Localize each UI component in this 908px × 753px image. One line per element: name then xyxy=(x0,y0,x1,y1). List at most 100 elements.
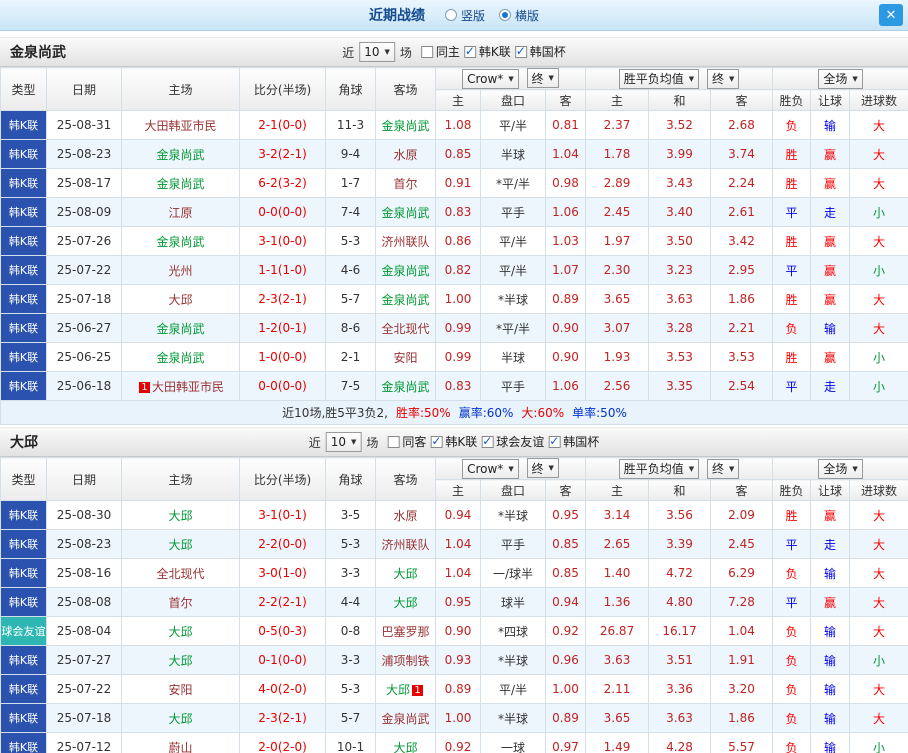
away-team-name: 水原 xyxy=(393,147,418,162)
ah-line: 平/半 xyxy=(480,226,546,256)
goals-result-cell: 大 xyxy=(849,110,908,140)
filter-checkbox[interactable]: 韩国杯 xyxy=(548,433,599,450)
checkbox-checked-icon[interactable] xyxy=(463,45,476,58)
home-team-name: 安阳 xyxy=(168,682,193,697)
chevron-down-icon: ▼ xyxy=(728,74,735,83)
summary-segment: 近10场,胜5平3负2, xyxy=(282,406,388,420)
away-team-name: 巴塞罗那 xyxy=(381,624,430,639)
filter-checkbox[interactable]: 同客 xyxy=(387,433,426,450)
radio-unchecked-icon[interactable] xyxy=(444,9,457,21)
result-cell: 平 xyxy=(772,529,812,559)
filter-checkbox[interactable]: 同主 xyxy=(420,43,460,60)
handicap-result-cell: 走 xyxy=(810,197,851,227)
bookmaker-select[interactable]: Crow* ▼ xyxy=(462,68,519,89)
eu-away-odds: 1.86 xyxy=(710,284,774,314)
home-cell: 金泉尚武 xyxy=(121,313,240,343)
ah-away-odds: 1.07 xyxy=(544,255,587,285)
summary-cell: 近10场,胜5平3负2, 胜率:50% 赢率:60% 大:60% 单率:50% xyxy=(0,400,908,425)
match-row: 韩K联 25-08-17 金泉尚武 6-2(3-2) 1-7 首尔 0.91 *平/半 0.98… xyxy=(0,168,908,198)
match-row: 韩K联 25-06-18 1 大田韩亚市民 0-0(0-0) 7-5 金泉尚武 0.83 平手 1… xyxy=(0,371,908,401)
away-cell: 水原 xyxy=(375,500,436,530)
close-button[interactable]: ✕ xyxy=(879,4,903,26)
eu-draw-odds: 3.40 xyxy=(648,197,712,227)
scope-select[interactable]: 全场 ▼ xyxy=(818,68,863,89)
ah-home-odds: 1.08 xyxy=(435,110,481,140)
odds-state-select[interactable]: 终 ▼ xyxy=(526,68,559,89)
handicap-result-cell: 走 xyxy=(810,371,851,401)
goals-result-cell: 小 xyxy=(849,371,908,401)
league-cell: 韩K联 xyxy=(0,371,47,401)
ah-home-odds: 0.94 xyxy=(435,500,481,530)
ah-line: 平/半 xyxy=(480,255,546,285)
europe-odds-header: 胜平负均值 ▼ 终 ▼ xyxy=(585,457,774,480)
filter-bar: 近 10 ▼ 场 同客 韩K联 球会友谊 韩国杯 xyxy=(309,432,599,452)
radio-label: 竖版 xyxy=(460,8,485,23)
odds-state-select[interactable]: 终 ▼ xyxy=(526,458,559,479)
europe-odds-select[interactable]: 胜平负均值 ▼ xyxy=(618,68,700,89)
chevron-down-icon: ▼ xyxy=(508,464,514,473)
away-team-name: 全北现代 xyxy=(381,321,430,336)
chevron-down-icon: ▼ xyxy=(350,438,357,446)
filter-checkbox[interactable]: 韩K联 xyxy=(463,43,511,60)
corner-cell: 7-5 xyxy=(325,371,376,401)
result-cell: 负 xyxy=(772,674,812,704)
eu-away-odds: 2.68 xyxy=(710,110,774,140)
score-cell: 3-2(2-1) xyxy=(239,139,326,169)
match-row: 韩K联 25-08-09 江原 0-0(0-0) 7-4 金泉尚武 0.83 平手 1.06 2.… xyxy=(0,197,908,227)
layout-horizontal-option[interactable]: 横版 xyxy=(499,7,539,24)
panel-title: 近期战绩 xyxy=(368,8,425,24)
checkbox-checked-icon[interactable] xyxy=(514,45,527,58)
home-team-name: 金泉尚武 xyxy=(156,321,205,336)
score-cell: 2-0(2-0) xyxy=(239,732,326,753)
match-count-select[interactable]: 10 ▼ xyxy=(359,42,395,62)
close-icon: ✕ xyxy=(885,7,897,23)
eu-draw-odds: 3.52 xyxy=(648,110,712,140)
filter-checkbox[interactable]: 韩K联 xyxy=(430,433,477,450)
filter-checkbox[interactable]: 球会友谊 xyxy=(481,433,544,450)
handicap-result-cell: 赢 xyxy=(810,342,851,372)
league-cell: 韩K联 xyxy=(0,110,47,140)
checkbox-checked-icon[interactable] xyxy=(430,435,443,448)
checkbox-unchecked-icon[interactable] xyxy=(420,45,433,58)
ah-away-odds: 1.04 xyxy=(544,139,587,169)
handicap-result-cell: 赢 xyxy=(810,587,851,617)
odds-state-select[interactable]: 终 ▼ xyxy=(706,458,740,479)
league-cell: 韩K联 xyxy=(0,197,47,227)
bookmaker-select[interactable]: Crow* ▼ xyxy=(462,458,519,479)
away-team-name: 大邱 xyxy=(385,682,410,697)
red-card-badge: 1 xyxy=(138,381,150,393)
layout-vertical-option[interactable]: 竖版 xyxy=(444,7,485,24)
home-cell: 安阳 xyxy=(121,674,240,704)
match-count-select[interactable]: 10 ▼ xyxy=(325,432,362,452)
subcol-eu-away: 客 xyxy=(710,89,774,111)
checkbox-checked-icon[interactable] xyxy=(481,435,494,448)
chevron-down-icon: ▼ xyxy=(688,464,695,473)
eu-away-odds: 2.95 xyxy=(710,255,774,285)
eu-home-odds: 2.45 xyxy=(585,197,650,227)
eu-home-odds: 3.65 xyxy=(585,284,650,314)
home-team-name: 大邱 xyxy=(168,653,193,668)
ah-line: *半球 xyxy=(480,645,546,675)
league-cell: 韩K联 xyxy=(0,342,47,372)
score-cell: 3-1(0-0) xyxy=(239,226,326,256)
score-cell: 1-1(1-0) xyxy=(239,255,326,285)
result-cell: 平 xyxy=(772,255,812,285)
ah-home-odds: 0.90 xyxy=(435,616,481,646)
ah-home-odds: 0.89 xyxy=(435,674,481,704)
scope-select[interactable]: 全场 ▼ xyxy=(818,458,863,479)
ah-home-odds: 0.91 xyxy=(435,168,481,198)
goals-result-cell: 小 xyxy=(849,645,908,675)
checkbox-unchecked-icon[interactable] xyxy=(387,435,400,448)
chevron-down-icon: ▼ xyxy=(852,464,858,473)
odds-state-select[interactable]: 终 ▼ xyxy=(706,68,740,89)
result-scope-header: 全场 ▼ xyxy=(772,457,908,480)
ah-away-odds: 0.94 xyxy=(544,587,587,617)
result-cell: 负 xyxy=(772,703,812,733)
goals-result-cell: 小 xyxy=(849,732,908,753)
filter-checkbox[interactable]: 韩国杯 xyxy=(514,43,566,60)
corner-cell: 3-3 xyxy=(325,558,376,588)
checkbox-label: 韩国杯 xyxy=(563,435,600,450)
europe-odds-select[interactable]: 胜平负均值 ▼ xyxy=(618,458,700,479)
radio-checked-icon[interactable] xyxy=(499,9,511,21)
checkbox-checked-icon[interactable] xyxy=(548,435,561,448)
